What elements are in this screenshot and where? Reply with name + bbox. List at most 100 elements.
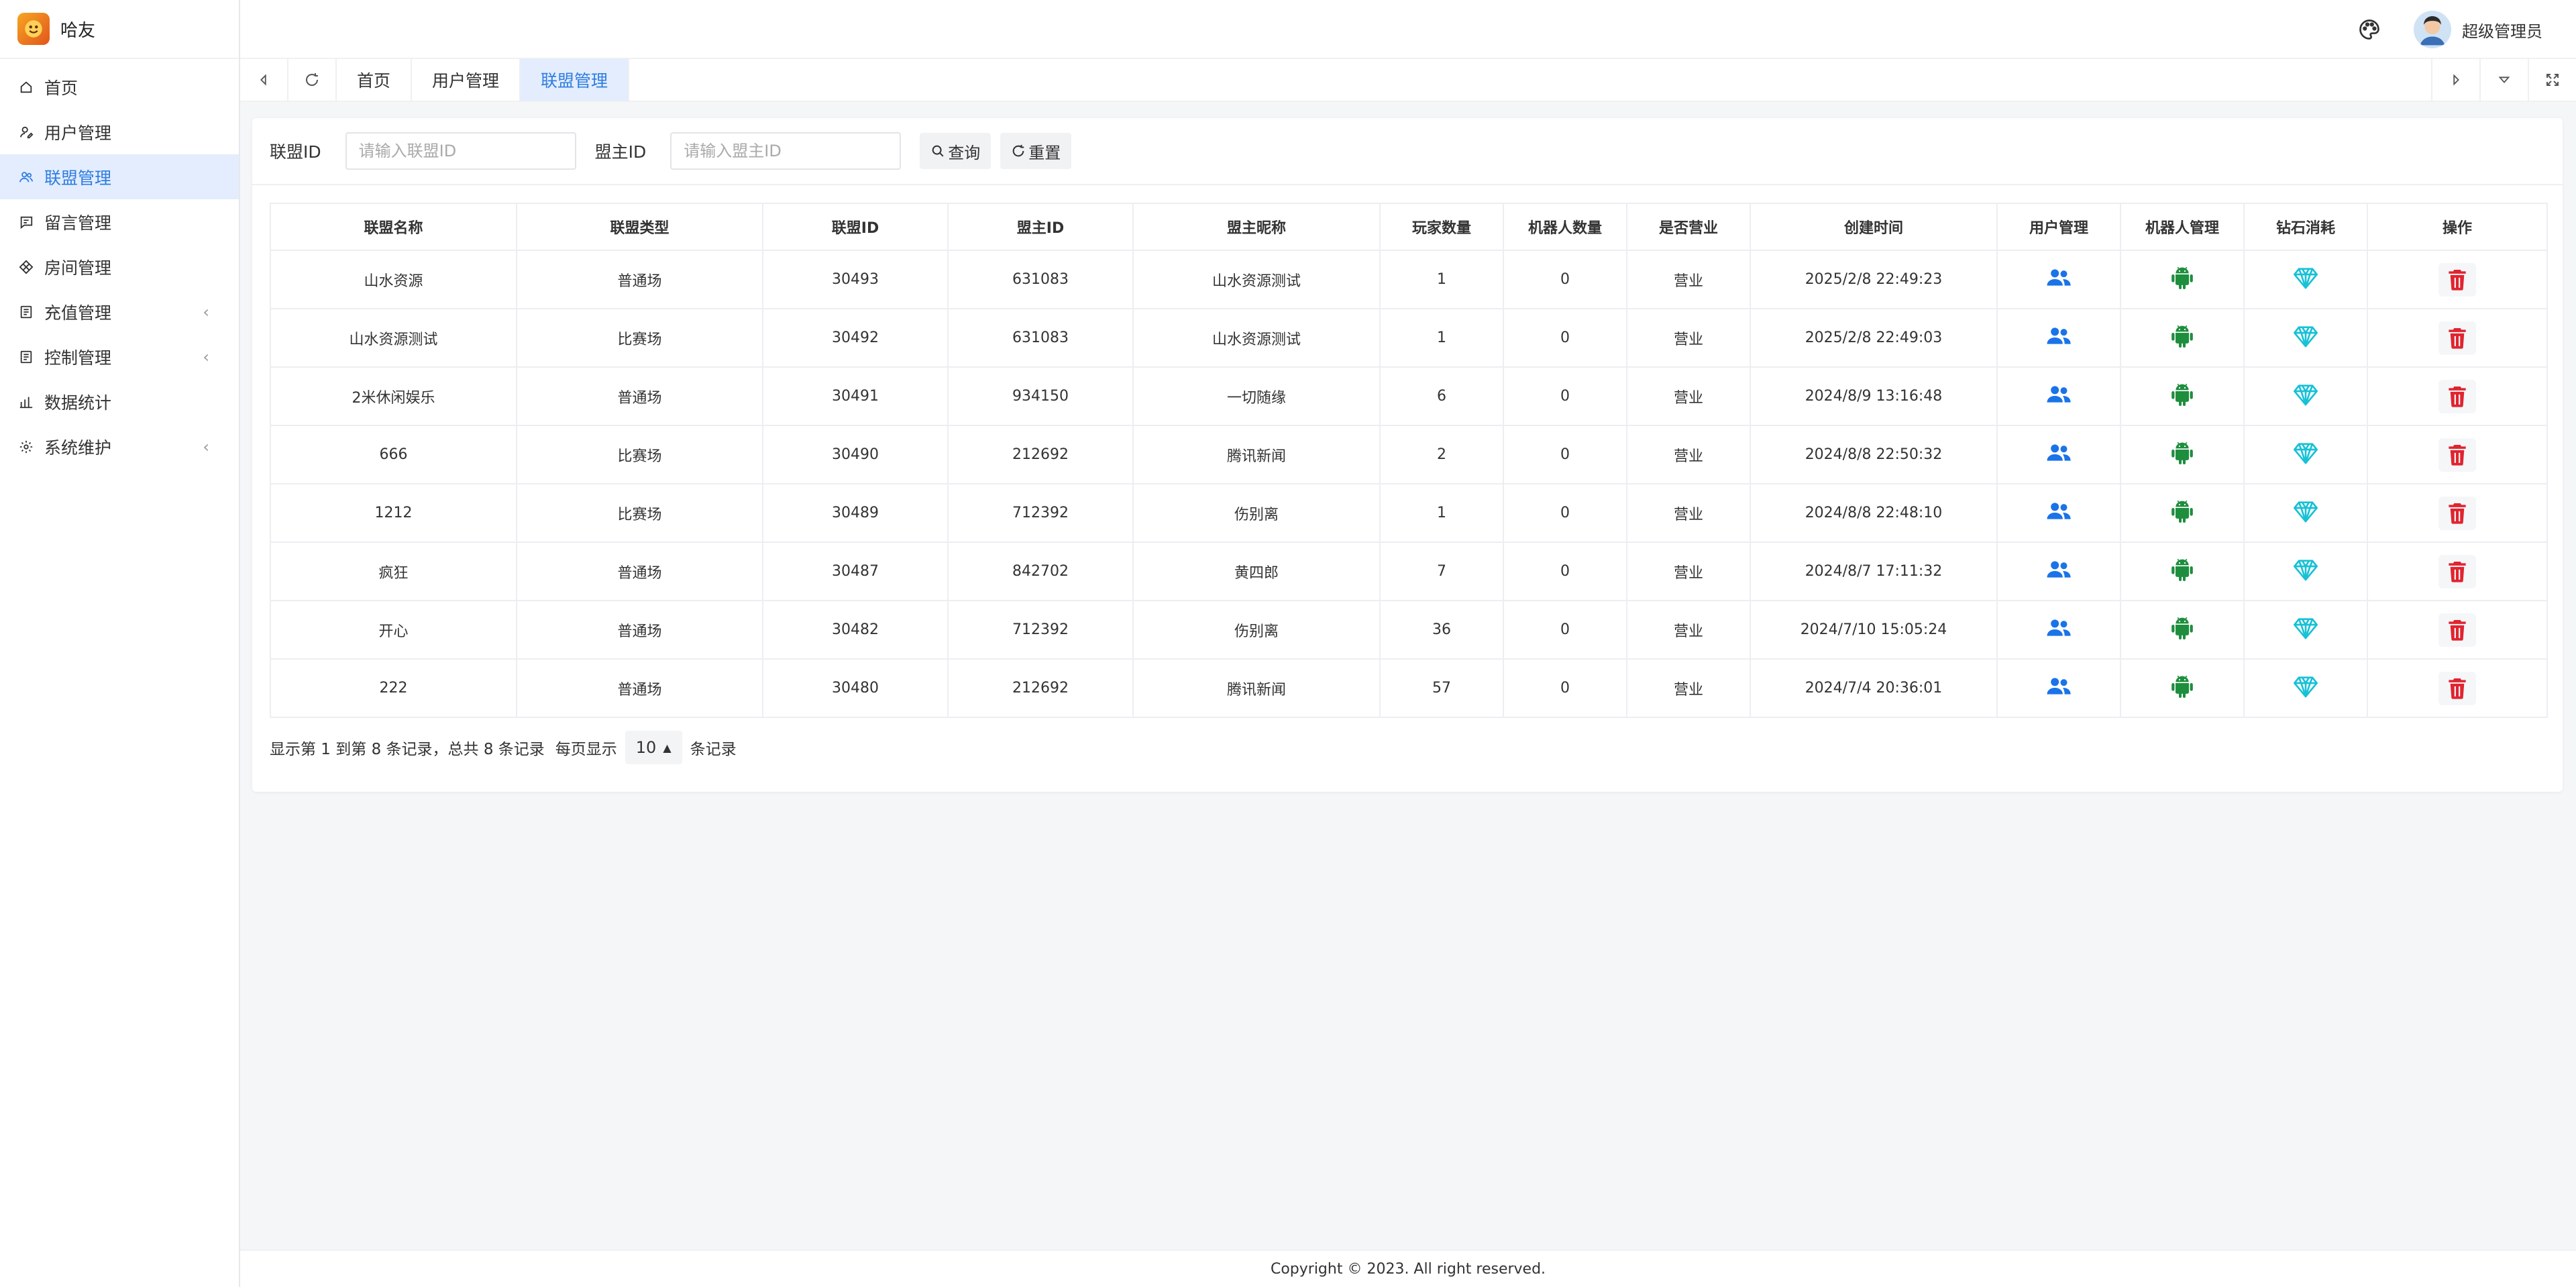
robot-management-button[interactable] [2169, 381, 2196, 408]
column-header: 是否营业 [1626, 203, 1751, 251]
action-cell [2367, 483, 2548, 543]
diamond-consumption-button[interactable] [2292, 673, 2319, 700]
users-icon [17, 168, 35, 186]
robot-management-button[interactable] [2169, 556, 2196, 583]
alliance-id-input[interactable] [345, 132, 576, 170]
delete-button[interactable] [2438, 671, 2476, 705]
bar-chart-icon [17, 393, 35, 411]
delete-button[interactable] [2438, 437, 2476, 472]
robot-management-button[interactable] [2169, 673, 2196, 700]
table-cell: 营业 [1626, 483, 1751, 543]
action-cell [2120, 483, 2245, 543]
action-cell [1996, 366, 2121, 426]
table-cell: 伤别离 [1132, 600, 1381, 660]
table-cell: 0 [1503, 483, 1627, 543]
sidebar-item-6[interactable]: 控制管理 ‹ [0, 334, 239, 379]
table-cell: 2024/7/10 15:05:24 [1750, 600, 1998, 660]
delete-button[interactable] [2438, 496, 2476, 530]
robot-management-button[interactable] [2169, 323, 2196, 350]
delete-button[interactable] [2438, 554, 2476, 588]
tab-1[interactable]: 用户管理 [412, 59, 521, 101]
sidebar-item-7[interactable]: 数据统计 [0, 379, 239, 424]
search-icon [932, 145, 944, 157]
delete-button[interactable] [2438, 262, 2476, 297]
sidebar-menu: 首页 用户管理 联盟管理留言管理房间管理 充值管理 ‹ 控制管理 ‹ 数据统计 系统维护 ‹ [0, 59, 239, 469]
robot-management-button[interactable] [2169, 615, 2196, 641]
diamond-icon [2292, 381, 2319, 408]
tabs-scroll-right-button[interactable] [2431, 59, 2479, 101]
fullscreen-button[interactable] [2528, 59, 2576, 101]
action-cell [2243, 308, 2368, 368]
sidebar-item-label: 留言管理 [44, 213, 112, 233]
user-management-button[interactable] [2045, 673, 2072, 700]
sidebar-item-4[interactable]: 房间管理 [0, 244, 239, 289]
diamond-consumption-button[interactable] [2292, 440, 2319, 466]
user-management-button[interactable] [2045, 556, 2072, 583]
table-row: 222 普通场 30480 212692 腾讯新闻 57 0 营业 2024/7/4 20:36… [270, 658, 2548, 718]
reset-button[interactable]: 重置 [1000, 133, 1072, 169]
table-cell: 36 [1379, 600, 1504, 660]
refresh-tab-button[interactable] [288, 59, 337, 101]
sidebar-item-5[interactable]: 充值管理 ‹ [0, 289, 239, 334]
action-cell [2120, 425, 2245, 484]
robot-management-button[interactable] [2169, 264, 2196, 291]
user-management-button[interactable] [2045, 440, 2072, 466]
caret-up-icon: ▲ [663, 741, 672, 754]
user-management-button[interactable] [2045, 498, 2072, 525]
user-management-button[interactable] [2045, 381, 2072, 408]
table-cell: 0 [1503, 600, 1627, 660]
tab-label: 用户管理 [432, 71, 500, 91]
robot-management-button[interactable] [2169, 498, 2196, 525]
theme-palette-button[interactable] [2356, 16, 2383, 43]
column-header: 玩家数量 [1379, 203, 1504, 251]
query-button[interactable]: 查询 [920, 133, 991, 169]
action-cell [2120, 250, 2245, 309]
user-menu[interactable]: 超级管理员 [2414, 9, 2542, 50]
sidebar-item-1[interactable]: 用户管理 [0, 109, 239, 154]
tabs-bar: 首页 用户管理 联盟管理 [240, 59, 2576, 102]
tab-2[interactable]: 联盟管理 [521, 59, 630, 101]
table-cell: 2024/7/4 20:36:01 [1750, 658, 1998, 718]
robot-management-button[interactable] [2169, 440, 2196, 466]
table-cell: 开心 [270, 600, 517, 660]
diamond-consumption-button[interactable] [2292, 556, 2319, 583]
table-cell: 631083 [947, 250, 1134, 309]
action-cell [2367, 425, 2548, 484]
users-icon [2045, 381, 2072, 408]
sidebar-item-8[interactable]: 系统维护 ‹ [0, 424, 239, 469]
owner-id-input[interactable] [670, 132, 902, 170]
table-row: 666 比赛场 30490 212692 腾讯新闻 2 0 营业 2024/8/8 22:50:… [270, 425, 2548, 484]
tabs-dropdown-button[interactable] [2479, 59, 2528, 101]
user-management-button[interactable] [2045, 323, 2072, 350]
sidebar-item-0[interactable]: 首页 [0, 64, 239, 109]
action-cell [1996, 250, 2121, 309]
diamond-consumption-button[interactable] [2292, 615, 2319, 641]
delete-button[interactable] [2438, 613, 2476, 647]
page-size-select[interactable]: 10 ▲ [625, 731, 682, 764]
diamond-consumption-button[interactable] [2292, 323, 2319, 350]
table-cell: 0 [1503, 308, 1627, 368]
brand[interactable]: 哈友 [0, 0, 239, 59]
table-cell: 30489 [762, 483, 949, 543]
table-cell: 0 [1503, 250, 1627, 309]
sidebar-item-3[interactable]: 留言管理 [0, 199, 239, 244]
column-header: 用户管理 [1996, 203, 2121, 251]
user-management-button[interactable] [2045, 264, 2072, 291]
delete-button[interactable] [2438, 321, 2476, 355]
sidebar-item-label: 控制管理 [44, 348, 112, 368]
diamond-consumption-button[interactable] [2292, 498, 2319, 525]
action-cell [2367, 366, 2548, 426]
table-cell: 1 [1379, 483, 1504, 543]
sidebar-item-2[interactable]: 联盟管理 [0, 154, 239, 199]
user-management-button[interactable] [2045, 615, 2072, 641]
tab-0[interactable]: 首页 [337, 59, 413, 101]
tabs-scroll-left-button[interactable] [240, 59, 288, 101]
table-cell: 比赛场 [516, 483, 763, 543]
diamond-consumption-button[interactable] [2292, 381, 2319, 408]
diamond-consumption-button[interactable] [2292, 264, 2319, 291]
delete-button[interactable] [2438, 379, 2476, 413]
sidebar-item-label: 系统维护 [44, 437, 112, 458]
users-icon [2045, 264, 2072, 291]
action-cell [2243, 425, 2368, 484]
trash-icon [2445, 325, 2470, 351]
